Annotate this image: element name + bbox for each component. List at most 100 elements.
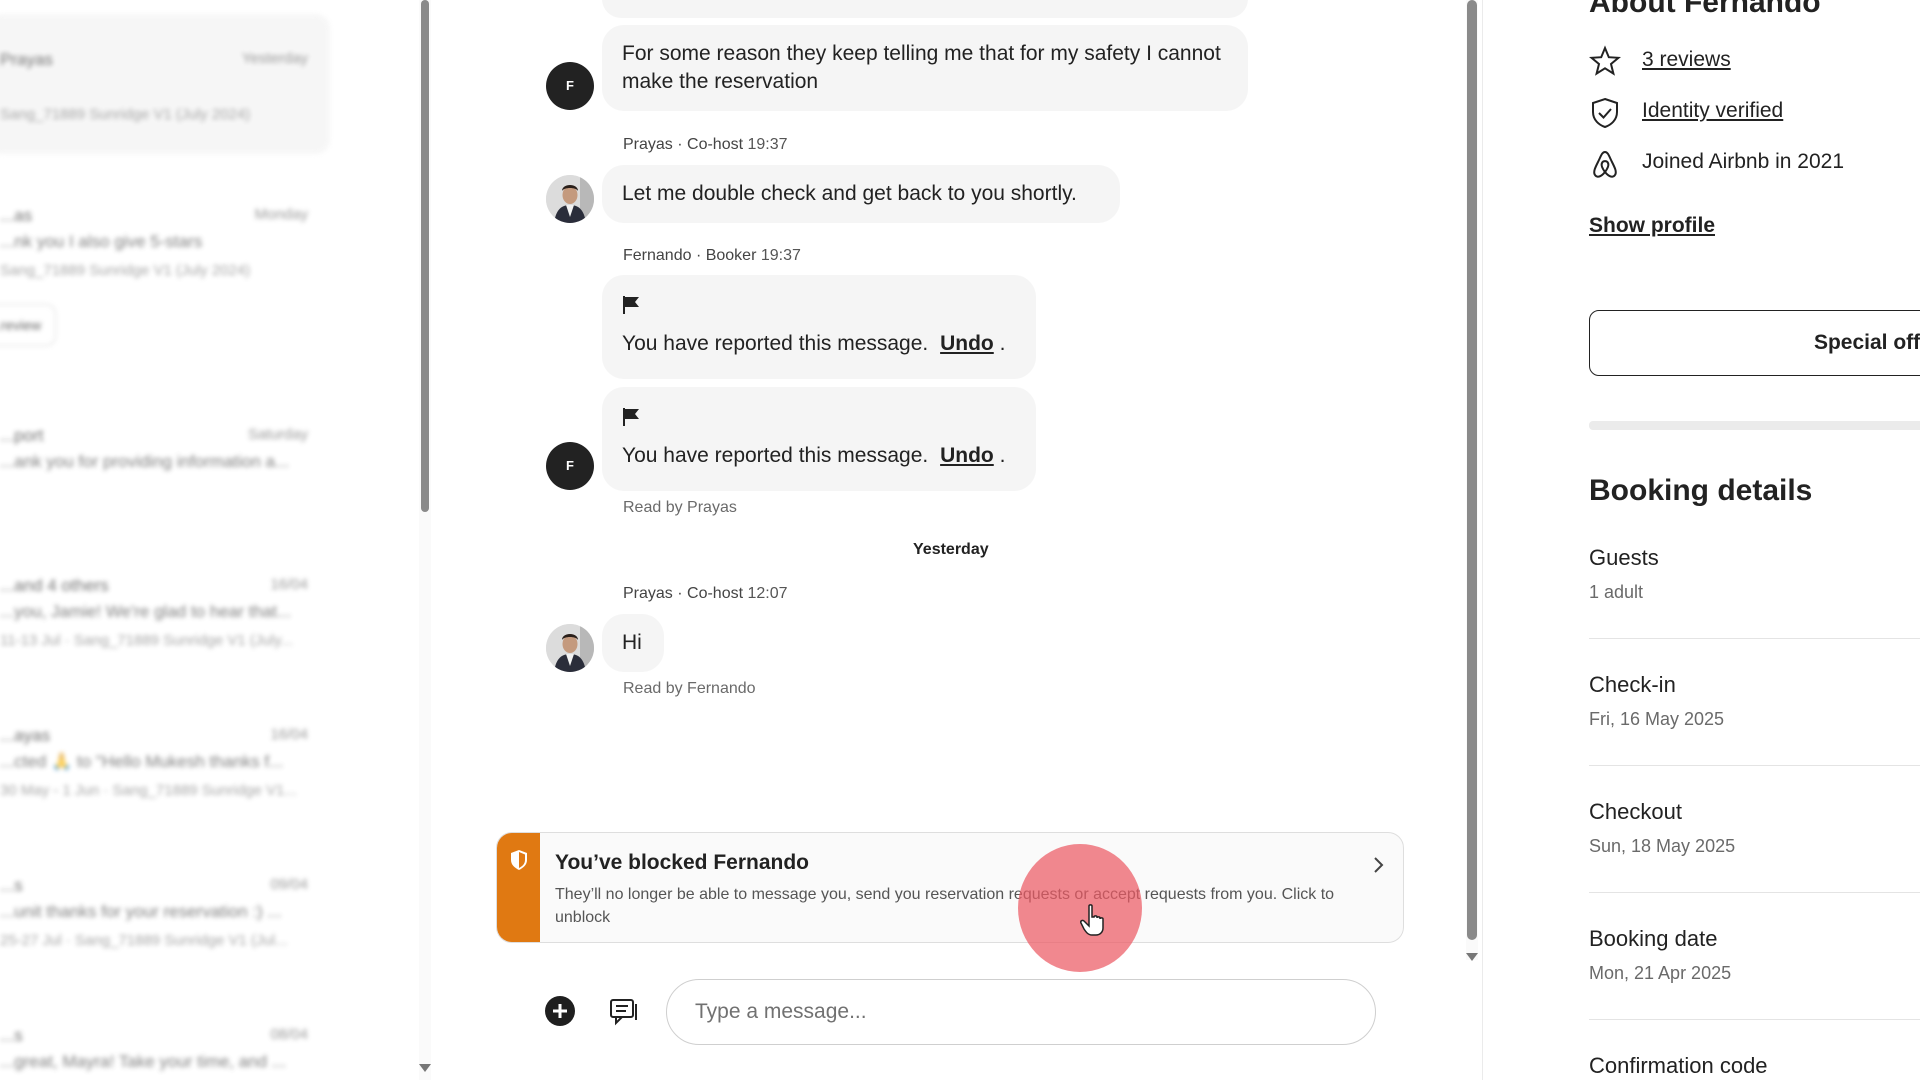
- reported-line: You have reported this message. Undo .: [622, 442, 1005, 470]
- about-title: About Fernando: [1589, 0, 1821, 19]
- message-sender: Prayas · Co-host: [623, 585, 744, 602]
- conversation-item[interactable]: ...s 08/04 ...great, Mayra! Take your ti…: [0, 1026, 330, 1080]
- conversation-item[interactable]: ...as Monday ...nk you I also give 5-sta…: [0, 206, 330, 356]
- conversation-name: ...as: [0, 206, 33, 225]
- check-in-value: Fri, 16 May 2025: [1589, 709, 1725, 729]
- conversation-preview: ...cted 🙏 to "Hello Mukesh thanks f...: [0, 752, 284, 771]
- reported-text: You have reported this message.: [622, 332, 929, 355]
- message-sender: Prayas · Co-host: [623, 136, 744, 153]
- conversation-item[interactable]: ...and 4 others 16/04 ...you, Jamie! We'…: [0, 576, 330, 676]
- conversation-listing: 11-13 Jul · Sang_71889 Sunridge V1 (July…: [0, 632, 293, 649]
- message-text: Let me double check and get back to you …: [622, 182, 1077, 205]
- conversation-date: 16/04: [270, 726, 308, 743]
- conversation-date: 09/04: [270, 876, 308, 893]
- shield-icon: [511, 850, 527, 870]
- airbnb-messages-page: Prayas Yesterday Sang_71889 Sunridge V1 …: [0, 0, 1920, 1080]
- write-review-button[interactable]: ...review: [0, 304, 56, 346]
- identity-verified-link[interactable]: Identity verified: [1642, 99, 1783, 123]
- avatar[interactable]: [546, 175, 594, 223]
- chat-scrollbar-thumb[interactable]: [1467, 0, 1477, 940]
- reported-message-bubble: You have reported this message. Undo .: [602, 275, 1036, 379]
- avatar[interactable]: F: [546, 62, 594, 110]
- message-bubble: Let me double check and get back to you …: [602, 165, 1120, 223]
- airbnb-logo-icon: [1593, 150, 1617, 178]
- detail-divider: [1589, 892, 1920, 893]
- conversation-item[interactable]: Prayas Yesterday Sang_71889 Sunridge V1 …: [0, 14, 330, 154]
- conversation-preview: ...ank you for providing information a..…: [0, 452, 290, 471]
- conversation-name: ...ayas: [0, 726, 51, 745]
- guests-value: 1 adult: [1589, 582, 1644, 602]
- hand-cursor-icon: [1080, 904, 1104, 936]
- flag-icon: [623, 408, 639, 426]
- conversation-name: ...port: [0, 426, 44, 445]
- conversation-listing: Sang_71889 Sunridge V1 (July 2024): [0, 262, 251, 279]
- special-offer-button[interactable]: Special offer: [1589, 310, 1920, 376]
- reviews-link[interactable]: 3 reviews: [1642, 48, 1731, 72]
- message-meta: Prayas · Co-host 19:37: [623, 136, 788, 154]
- message-time: 19:37: [747, 136, 788, 153]
- section-divider: [1589, 421, 1920, 430]
- host-photo-icon: [546, 175, 594, 223]
- conversation-listing: 30 May - 1 Jun · Sang_71889 Sunridge V1.…: [0, 782, 297, 799]
- booking-date-label: Booking date: [1589, 926, 1718, 951]
- reported-period: .: [999, 444, 1006, 467]
- conversation-preview: ...you, Jamie! We're glad to hear that..…: [0, 602, 292, 621]
- avatar[interactable]: F: [546, 442, 594, 490]
- conversation-listing: Sang_71889 Sunridge V1 (July 2024): [0, 106, 251, 123]
- undo-link[interactable]: Undo: [940, 444, 994, 467]
- checkout-label: Checkout: [1589, 799, 1682, 824]
- message-text: For some reason they keep telling me tha…: [622, 42, 1221, 93]
- add-attachment-button[interactable]: [545, 996, 575, 1026]
- conversation-name: ...s: [0, 1026, 23, 1045]
- joined-text: Joined Airbnb in 2021: [1642, 150, 1844, 173]
- message-text: Hi: [622, 631, 642, 654]
- conversation-item[interactable]: ...s 09/04 ...unit thanks for your reser…: [0, 876, 330, 976]
- conversation-preview: ...nk you I also give 5-stars: [0, 232, 203, 251]
- message-bubble-partial: [602, 0, 1248, 18]
- conversation-date: 16/04: [270, 576, 308, 593]
- message-input[interactable]: [666, 979, 1376, 1045]
- conversation-date: 08/04: [270, 1026, 308, 1043]
- plus-icon: [553, 1004, 567, 1018]
- conversation-name: ...and 4 others: [0, 576, 109, 595]
- message-time: 19:37: [760, 247, 801, 264]
- host-photo-icon: [546, 624, 594, 672]
- chevron-right-icon[interactable]: [1369, 853, 1387, 877]
- message-bubble: Hi: [602, 614, 664, 672]
- checkout-value: Sun, 18 May 2025: [1589, 836, 1736, 856]
- confirmation-code-label: Confirmation code: [1589, 1053, 1768, 1078]
- conversation-scrollbar-thumb[interactable]: [421, 0, 429, 512]
- conversation-date: Saturday: [247, 426, 308, 443]
- message-sender: Fernando · Booker: [623, 247, 757, 264]
- read-receipt: Read by Prayas: [623, 499, 737, 516]
- conversation-item[interactable]: ...port Saturday ...ank you for providin…: [0, 426, 330, 506]
- avatar[interactable]: [546, 624, 594, 672]
- scroll-down-arrow-icon[interactable]: [419, 1064, 431, 1072]
- booking-details-title: Booking details: [1589, 474, 1813, 507]
- conversation-preview: ...great, Mayra! Take your time, and ...: [0, 1052, 286, 1071]
- conversation-name: Prayas: [0, 50, 53, 69]
- verified-shield-icon: [1592, 97, 1618, 129]
- undo-link[interactable]: Undo: [940, 332, 994, 355]
- conversation-listing: 25-27 Jul · Sang_71889 Sunridge V1 (Jul.…: [0, 932, 288, 949]
- star-icon: [1589, 45, 1621, 76]
- read-receipt: Read by Fernando: [623, 680, 756, 697]
- conversation-date: Monday: [254, 206, 308, 223]
- check-in-label: Check-in: [1589, 672, 1676, 697]
- message-meta: Prayas · Co-host 12:07: [623, 585, 788, 603]
- conversation-date: Yesterday: [241, 50, 308, 67]
- reported-text: You have reported this message.: [622, 444, 929, 467]
- guests-label: Guests: [1589, 545, 1659, 570]
- scroll-down-arrow-icon[interactable]: [1466, 953, 1478, 961]
- reported-line: You have reported this message. Undo .: [622, 330, 1005, 358]
- conversation-item[interactable]: ...ayas 16/04 ...cted 🙏 to "Hello Mukesh…: [0, 726, 330, 826]
- conversation-name: ...s: [0, 876, 23, 895]
- detail-divider: [1589, 765, 1920, 766]
- detail-divider: [1589, 1019, 1920, 1020]
- conversation-list-pane: Prayas Yesterday Sang_71889 Sunridge V1 …: [0, 0, 431, 1080]
- blocked-banner-title: You’ve blocked Fernando: [555, 851, 809, 874]
- show-profile-link[interactable]: Show profile: [1589, 214, 1715, 238]
- blocked-user-banner[interactable]: You’ve blocked Fernando They’ll no longe…: [496, 832, 1404, 943]
- conversation-preview: ...unit thanks for your reservation :) .…: [0, 902, 282, 921]
- quick-replies-icon[interactable]: [607, 994, 639, 1026]
